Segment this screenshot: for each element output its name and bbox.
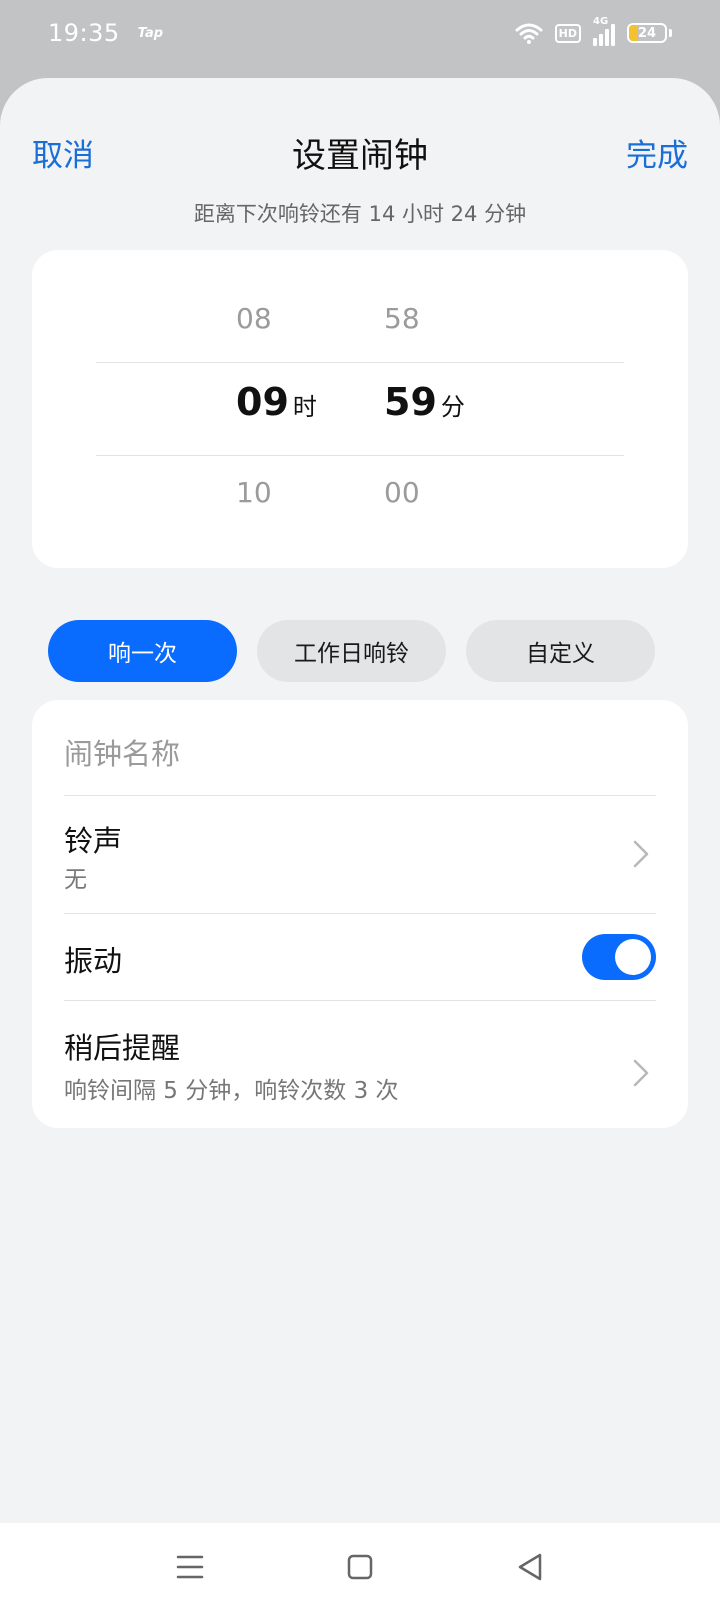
status-left: 19:35 Tap xyxy=(48,19,163,47)
network-type-label: 4G xyxy=(593,16,609,27)
navigation-bar xyxy=(0,1523,720,1612)
next-ring-countdown: 距离下次响铃还有 14 小时 24 分钟 xyxy=(193,202,527,226)
hour-current-value: 09 xyxy=(236,380,289,424)
signal-icon: 4G xyxy=(593,16,615,46)
battery-level: 24 xyxy=(637,25,657,41)
status-bar: 19:35 Tap HD 4G 24 xyxy=(0,0,720,66)
back-icon[interactable] xyxy=(510,1547,550,1587)
vibration-toggle[interactable] xyxy=(582,934,656,980)
minute-unit: 分 xyxy=(440,393,465,421)
repeat-options: 响一次 工作日响铃 自定义 xyxy=(48,620,655,682)
hour-next[interactable]: 10 xyxy=(236,476,272,509)
vibration-row: 振动 xyxy=(32,914,688,1000)
repeat-workdays-chip[interactable]: 工作日响铃 xyxy=(257,620,446,682)
ringtone-value: 无 xyxy=(64,867,87,893)
hd-icon: HD xyxy=(554,23,581,43)
hour-current[interactable]: 09 时 xyxy=(236,380,317,424)
alarm-settings: 铃声 无 振动 稍后提醒 响铃间隔 5 分钟，响铃次数 3 次 xyxy=(32,700,688,1128)
menu-icon[interactable] xyxy=(170,1547,210,1587)
battery-icon: 24 xyxy=(627,23,667,43)
chevron-right-icon xyxy=(633,1059,649,1087)
snooze-value: 响铃间隔 5 分钟，响铃次数 3 次 xyxy=(64,1078,399,1104)
status-right: HD 4G 24 xyxy=(515,16,672,46)
toggle-knob xyxy=(615,939,651,975)
snooze-row[interactable]: 稍后提醒 响铃间隔 5 分钟，响铃次数 3 次 xyxy=(32,1001,688,1128)
repeat-custom-chip[interactable]: 自定义 xyxy=(466,620,655,682)
hour-prev[interactable]: 08 xyxy=(236,302,272,335)
alarm-name-input[interactable] xyxy=(64,730,656,778)
minute-next[interactable]: 00 xyxy=(384,476,420,509)
minute-current[interactable]: 59 分 xyxy=(384,380,465,424)
chevron-right-icon xyxy=(633,840,649,868)
status-time: 19:35 xyxy=(48,19,120,47)
done-button[interactable]: 完成 xyxy=(626,130,688,175)
home-icon[interactable] xyxy=(340,1547,380,1587)
minute-wheel[interactable]: 58 59 分 00 xyxy=(384,250,544,568)
header: 取消 设置闹钟 完成 xyxy=(0,122,720,178)
hour-unit: 时 xyxy=(292,393,317,421)
battery-fill xyxy=(629,25,638,41)
minute-current-value: 59 xyxy=(384,380,437,424)
ringtone-title: 铃声 xyxy=(64,824,123,858)
wifi-icon xyxy=(515,23,543,44)
battery-tip xyxy=(669,29,672,37)
snooze-title: 稍后提醒 xyxy=(64,1031,181,1065)
tap-indicator: Tap xyxy=(137,25,164,41)
ringtone-row[interactable]: 铃声 无 xyxy=(32,796,688,913)
repeat-once-chip[interactable]: 响一次 xyxy=(48,620,237,682)
time-picker: 08 09 时 10 58 59 分 00 xyxy=(32,250,688,568)
vibration-title: 振动 xyxy=(64,944,123,978)
alarm-sheet: 取消 设置闹钟 完成 距离下次响铃还有 14 小时 24 分钟 08 09 时 … xyxy=(0,78,720,1523)
page-title: 设置闹钟 xyxy=(292,136,428,176)
minute-prev[interactable]: 58 xyxy=(384,302,420,335)
hour-wheel[interactable]: 08 09 时 10 xyxy=(236,250,396,568)
